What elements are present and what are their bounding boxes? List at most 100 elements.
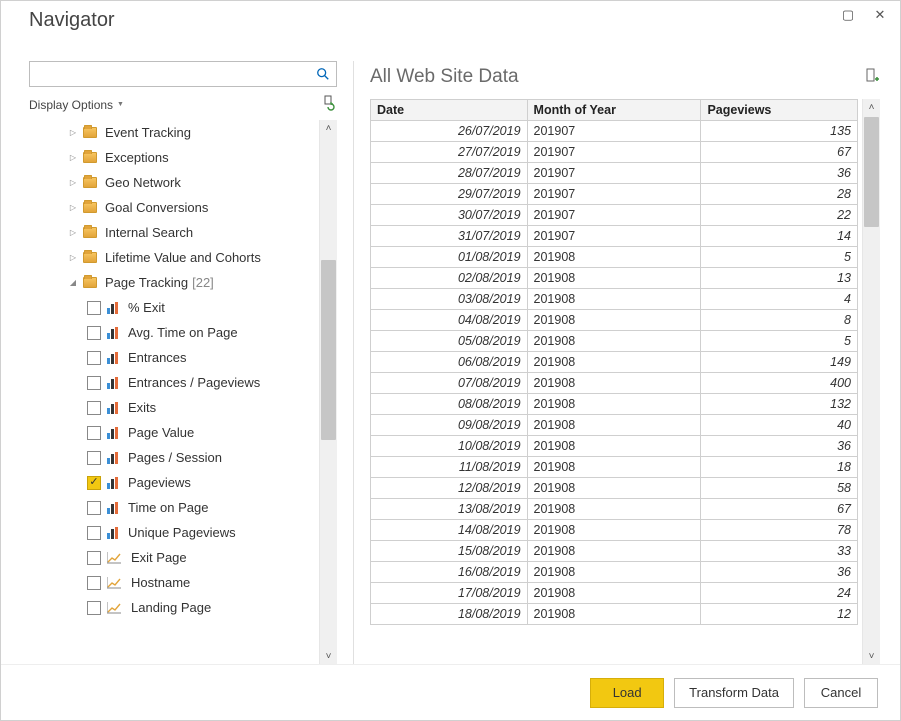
checkbox[interactable] <box>87 426 101 440</box>
cell-date: 08/08/2019 <box>371 394 528 415</box>
cell-pageviews: 36 <box>701 163 858 184</box>
scroll-thumb[interactable] <box>321 260 336 440</box>
scroll-up-icon[interactable]: ˄ <box>320 120 337 136</box>
expand-icon[interactable]: ▷ <box>67 253 79 262</box>
table-row[interactable]: 17/08/201920190824 <box>371 583 858 604</box>
cell-pageviews: 5 <box>701 331 858 352</box>
load-button[interactable]: Load <box>590 678 664 708</box>
display-options[interactable]: Display Options ▼ <box>29 95 337 114</box>
table-row[interactable]: 01/08/20192019085 <box>371 247 858 268</box>
table-row[interactable]: 28/07/201920190736 <box>371 163 858 184</box>
expand-icon[interactable]: ▷ <box>67 228 79 237</box>
table-row[interactable]: 07/08/2019201908400 <box>371 373 858 394</box>
checkbox[interactable] <box>87 351 101 365</box>
tree-folder[interactable]: ▷Geo Network <box>29 170 315 195</box>
cancel-button[interactable]: Cancel <box>804 678 878 708</box>
tree-leaf[interactable]: Hostname <box>29 570 315 595</box>
col-month[interactable]: Month of Year <box>527 100 701 121</box>
tree-folder[interactable]: ▷ Event Tracking <box>29 120 315 145</box>
bar-chart-icon <box>107 377 118 389</box>
table-row[interactable]: 06/08/2019201908149 <box>371 352 858 373</box>
tree-folder[interactable]: ▷Lifetime Value and Cohorts <box>29 245 315 270</box>
bar-chart-icon <box>107 302 118 314</box>
table-row[interactable]: 13/08/201920190867 <box>371 499 858 520</box>
table-scrollbar[interactable]: ˄ ˅ <box>862 99 880 664</box>
table-row[interactable]: 10/08/201920190836 <box>371 436 858 457</box>
expand-icon[interactable]: ▷ <box>67 178 79 187</box>
bar-chart-icon <box>107 327 118 339</box>
checkbox[interactable] <box>87 551 101 565</box>
table-row[interactable]: 14/08/201920190878 <box>371 520 858 541</box>
table-row[interactable]: 04/08/20192019088 <box>371 310 858 331</box>
expand-icon[interactable]: ▷ <box>67 153 79 162</box>
table-row[interactable]: 05/08/20192019085 <box>371 331 858 352</box>
checkbox[interactable]: ✓ <box>87 476 101 490</box>
search-input[interactable] <box>30 62 310 86</box>
checkbox[interactable] <box>87 301 101 315</box>
tree-leaf[interactable]: Time on Page <box>29 495 315 520</box>
tree-item-label: % Exit <box>128 300 165 315</box>
table-row[interactable]: 09/08/201920190840 <box>371 415 858 436</box>
search-icon[interactable] <box>310 62 336 86</box>
col-date[interactable]: Date <box>371 100 528 121</box>
table-row[interactable]: 29/07/201920190728 <box>371 184 858 205</box>
col-pageviews[interactable]: Pageviews <box>701 100 858 121</box>
cell-month: 201907 <box>527 226 701 247</box>
table-row[interactable]: 11/08/201920190818 <box>371 457 858 478</box>
checkbox[interactable] <box>87 526 101 540</box>
checkbox[interactable] <box>87 376 101 390</box>
table-row[interactable]: 03/08/20192019084 <box>371 289 858 310</box>
scroll-up-icon[interactable]: ˄ <box>863 99 880 115</box>
tree-leaf[interactable]: Landing Page <box>29 595 315 620</box>
tree-leaf[interactable]: Avg. Time on Page <box>29 320 315 345</box>
tree-folder[interactable]: ▷Goal Conversions <box>29 195 315 220</box>
tree-folder[interactable]: ▷Internal Search <box>29 220 315 245</box>
add-column-icon[interactable] <box>864 68 880 87</box>
expand-icon[interactable]: ▷ <box>67 203 79 212</box>
tree-leaf[interactable]: Unique Pageviews <box>29 520 315 545</box>
maximize-icon[interactable]: ▢ <box>836 5 860 25</box>
table-row[interactable]: 26/07/2019201907135 <box>371 121 858 142</box>
checkbox[interactable] <box>87 601 101 615</box>
tree-leaf[interactable]: Pages / Session <box>29 445 315 470</box>
checkbox[interactable] <box>87 501 101 515</box>
tree-scrollbar[interactable]: ˄ ˅ <box>319 120 337 664</box>
tree-leaf[interactable]: ✓Pageviews <box>29 470 315 495</box>
transform-data-button[interactable]: Transform Data <box>674 678 794 708</box>
table-row[interactable]: 15/08/201920190833 <box>371 541 858 562</box>
tree-leaf[interactable]: % Exit <box>29 295 315 320</box>
table-row[interactable]: 02/08/201920190813 <box>371 268 858 289</box>
checkbox[interactable] <box>87 326 101 340</box>
tree-item-label: Landing Page <box>131 600 211 615</box>
checkbox[interactable] <box>87 401 101 415</box>
table-row[interactable]: 12/08/201920190858 <box>371 478 858 499</box>
search-box[interactable] <box>29 61 337 87</box>
table-row[interactable]: 31/07/201920190714 <box>371 226 858 247</box>
scroll-down-icon[interactable]: ˅ <box>320 648 337 664</box>
tree-leaf[interactable]: Page Value <box>29 420 315 445</box>
tree-leaf[interactable]: Entrances <box>29 345 315 370</box>
titlebar: Navigator ▢ ✕ <box>1 1 900 41</box>
table-row[interactable]: 08/08/2019201908132 <box>371 394 858 415</box>
tree-leaf[interactable]: Exits <box>29 395 315 420</box>
table-row[interactable]: 16/08/201920190836 <box>371 562 858 583</box>
cell-date: 02/08/2019 <box>371 268 528 289</box>
tree-leaf[interactable]: Entrances / Pageviews <box>29 370 315 395</box>
refresh-icon[interactable] <box>321 95 337 114</box>
collapse-icon[interactable]: ◢ <box>67 278 79 287</box>
scroll-down-icon[interactable]: ˅ <box>863 648 880 664</box>
expand-icon[interactable]: ▷ <box>67 128 79 137</box>
close-icon[interactable]: ✕ <box>868 5 892 25</box>
tree-leaf[interactable]: Exit Page <box>29 545 315 570</box>
table-row[interactable]: 30/07/201920190722 <box>371 205 858 226</box>
tree-item-label: Event Tracking <box>105 125 191 140</box>
checkbox[interactable] <box>87 451 101 465</box>
tree-folder-page-tracking[interactable]: ◢Page Tracking[22] <box>29 270 315 295</box>
table-row[interactable]: 18/08/201920190812 <box>371 604 858 625</box>
table-row[interactable]: 27/07/201920190767 <box>371 142 858 163</box>
checkbox[interactable] <box>87 576 101 590</box>
navigator-dialog: Navigator ▢ ✕ Display Options ▼ <box>0 0 901 721</box>
tree-folder[interactable]: ▷Exceptions <box>29 145 315 170</box>
scroll-thumb[interactable] <box>864 117 879 227</box>
table-container: Date Month of Year Pageviews 26/07/20192… <box>370 99 880 664</box>
